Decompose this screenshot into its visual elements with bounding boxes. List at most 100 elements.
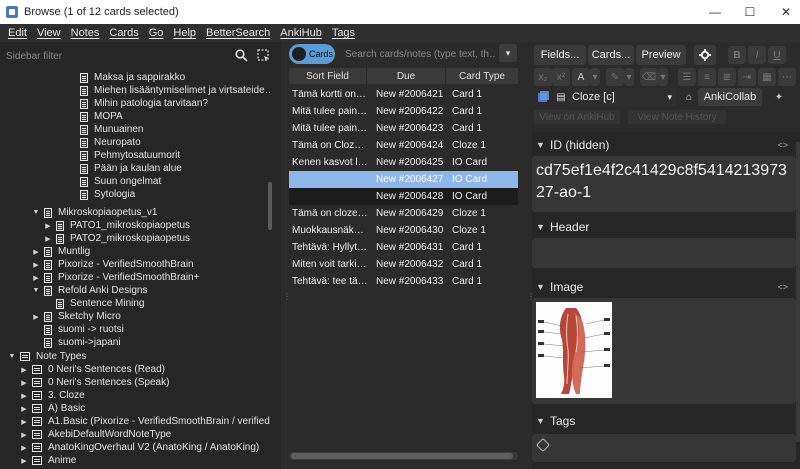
expand-arrow-icon[interactable]: ▶ <box>20 392 28 400</box>
table-row[interactable]: Tämä kortti on… New #2006421 Card 1 <box>289 86 518 103</box>
sidebar-item[interactable]: ▶ 3. Cloze <box>20 389 84 402</box>
ordered-list-icon[interactable]: ≡ <box>698 68 716 86</box>
field-header-id[interactable]: ▼ ID (hidden) <> <box>532 134 800 156</box>
cards-notes-toggle[interactable]: Cards <box>289 44 335 64</box>
highlight-dropdown-icon[interactable]: ▾ <box>624 68 634 86</box>
table-row[interactable]: Muokkausnäk… New #2006430 Cloze 1 <box>289 222 518 239</box>
sidebar-item[interactable]: Mihin patologia tarvitaan? <box>80 97 208 110</box>
sidebar-scrollbar[interactable] <box>268 182 272 230</box>
field-editor-image[interactable] <box>532 298 796 404</box>
sidebar-item[interactable]: ▶ AkebiDefaultWordNoteType <box>20 428 171 441</box>
field-editor-header[interactable] <box>532 238 796 268</box>
expand-arrow-icon[interactable]: ▶ <box>32 274 40 282</box>
view-note-history-button[interactable]: View Note History <box>628 110 726 124</box>
sidebar-splitter[interactable]: ⋮ <box>281 42 291 469</box>
table-row[interactable]: New #2006428 IO Card <box>289 188 518 205</box>
menu-cards[interactable]: Cards <box>104 27 143 39</box>
table-icon[interactable]: ▦ <box>758 68 776 86</box>
collapse-arrow-icon[interactable]: ▼ <box>32 287 40 294</box>
sidebar-item[interactable]: ▶ PATO1_mikroskopiaopetus <box>44 219 190 232</box>
sidebar-item[interactable]: ▶ AnatoKingOverhaul V2 (AnatoKing / Anato… <box>20 441 259 454</box>
editor-scrollbar[interactable] <box>796 142 800 442</box>
sidebar-item[interactable]: Suun ongelmat <box>80 175 161 188</box>
table-row[interactable]: Tehtävä: tee tä… New #2006433 Card 1 <box>289 273 518 290</box>
menu-bettersearch[interactable]: BetterSearch <box>201 27 275 39</box>
expand-arrow-icon[interactable]: ▶ <box>20 444 28 452</box>
collapse-arrow-icon[interactable]: ▼ <box>536 282 550 292</box>
expand-arrow-icon[interactable]: ▶ <box>32 248 40 256</box>
scrollbar-thumb[interactable] <box>291 453 513 459</box>
more-icon[interactable]: ⋯ <box>778 68 796 86</box>
table-row[interactable]: Tehtävä: Hyllyt… New #2006431 Card 1 <box>289 239 518 256</box>
column-header-card-type[interactable]: Card Type <box>446 68 518 84</box>
sidebar-item[interactable]: ▶ Pixorize - VerifiedSmoothBrain <box>32 258 193 271</box>
sidebar-item[interactable]: Maksa ja sappirakko <box>80 71 185 84</box>
expand-arrow-icon[interactable]: ▶ <box>20 405 28 413</box>
expand-arrow-icon[interactable]: ▶ <box>32 261 40 269</box>
eraser-icon[interactable]: ⌫ <box>640 68 658 86</box>
search-icon[interactable] <box>232 46 250 64</box>
menu-view[interactable]: View <box>32 27 66 39</box>
search-history-dropdown[interactable]: ▾ <box>499 44 517 62</box>
close-button[interactable]: ✕ <box>763 0 800 24</box>
collapse-arrow-icon[interactable]: ▼ <box>536 222 550 232</box>
align-icon[interactable]: ≣ <box>718 68 736 86</box>
sidebar-item[interactable]: ▶ Pixorize - VerifiedSmoothBrain+ <box>32 271 199 284</box>
collapse-arrow-icon[interactable]: ▼ <box>32 209 40 216</box>
sidebar-item[interactable]: suomi -> ruotsi <box>44 323 124 336</box>
ankicollab-button[interactable]: AnkiCollab <box>698 88 762 106</box>
column-header-sort-field[interactable]: Sort Field <box>289 68 367 84</box>
sidebar-item[interactable]: ▶ 0 Neri's Sentences (Read) <box>20 363 165 376</box>
table-row[interactable]: Mitä tulee pain… New #2006422 Card 1 <box>289 103 518 120</box>
preview-button[interactable]: Preview <box>636 45 686 65</box>
field-header-tags[interactable]: ▼ Tags <box>532 410 800 432</box>
text-color-dropdown-icon[interactable]: ▾ <box>590 68 600 86</box>
expand-arrow-icon[interactable]: ▶ <box>20 366 28 374</box>
sidebar-item[interactable]: suomi->japani <box>44 336 121 349</box>
cards-button[interactable]: Cards... <box>588 45 634 65</box>
superscript-icon[interactable]: x² <box>552 68 570 86</box>
expand-arrow-icon[interactable]: ▶ <box>20 379 28 387</box>
table-row[interactable]: New #2006427 IO Card <box>289 171 518 188</box>
expand-arrow-icon[interactable]: ▶ <box>32 313 40 321</box>
sidebar-filter-input[interactable]: Sidebar filter <box>6 48 226 64</box>
fields-button[interactable]: Fields... <box>534 45 586 65</box>
table-row[interactable]: Miten voit tarki… New #2006432 Card 1 <box>289 256 518 273</box>
column-header-due[interactable]: Due <box>367 68 446 84</box>
collapse-arrow-icon[interactable]: ▼ <box>536 140 550 150</box>
subscript-icon[interactable]: x₂ <box>534 68 552 86</box>
select-icon[interactable] <box>254 46 272 64</box>
html-editor-toggle-icon[interactable]: <> <box>777 140 788 150</box>
text-color-icon[interactable]: A <box>572 68 590 86</box>
sidebar-item[interactable]: MOPA <box>80 110 123 123</box>
field-header-image[interactable]: ▼ Image <> <box>532 276 800 298</box>
sidebar-item[interactable]: Sytologia <box>80 188 135 201</box>
unordered-list-icon[interactable]: ☰ <box>678 68 696 86</box>
search-input[interactable]: Search cards/notes (type text, th… <box>345 46 495 62</box>
sidebar-item[interactable]: ▶ A1.Basic (Pixorize - VerifiedSmoothBrai… <box>20 415 270 428</box>
highlight-icon[interactable]: ✎ <box>606 68 624 86</box>
sidebar-item[interactable]: Miehen lisääntymiselimet ja virtsateide… <box>80 84 270 97</box>
menu-tags[interactable]: Tags <box>327 27 360 39</box>
expand-arrow-icon[interactable]: ▶ <box>20 457 28 465</box>
sidebar-section-note-types[interactable]: ▼ Note Types <box>8 350 87 363</box>
horizontal-scrollbar[interactable] <box>289 452 518 460</box>
sidebar-item[interactable]: ▶ 0 Neri's Sentences (Speak) <box>20 376 169 389</box>
sidebar-item[interactable]: ▼ Refold Anki Designs <box>32 284 148 297</box>
collapse-arrow-icon[interactable]: ▼ <box>536 416 550 426</box>
underline-button[interactable]: U <box>768 46 786 64</box>
html-editor-toggle-icon[interactable]: <> <box>777 282 788 292</box>
view-on-ankihub-button[interactable]: View on AnkiHub <box>534 110 620 124</box>
sidebar-item[interactable]: ▶ Sketchy Micro <box>32 310 121 323</box>
sidebar-item[interactable]: Sentence Mining <box>56 297 145 310</box>
expand-arrow-icon[interactable]: ▶ <box>44 222 52 230</box>
table-row[interactable]: Kenen kasvot l… New #2006425 IO Card <box>289 154 518 171</box>
italic-button[interactable]: I <box>748 46 766 64</box>
gear-icon[interactable] <box>694 45 716 65</box>
ankihub-icon[interactable]: ✦ <box>770 88 788 106</box>
sidebar-item[interactable]: Neuropato <box>80 136 141 149</box>
sidebar-item[interactable]: ▶ A) Basic <box>20 402 85 415</box>
sidebar-item[interactable]: Pehmytosatuumorit <box>80 149 180 162</box>
sidebar-item[interactable]: Pään ja kaulan alue <box>80 162 182 175</box>
bold-button[interactable]: B <box>728 46 746 64</box>
